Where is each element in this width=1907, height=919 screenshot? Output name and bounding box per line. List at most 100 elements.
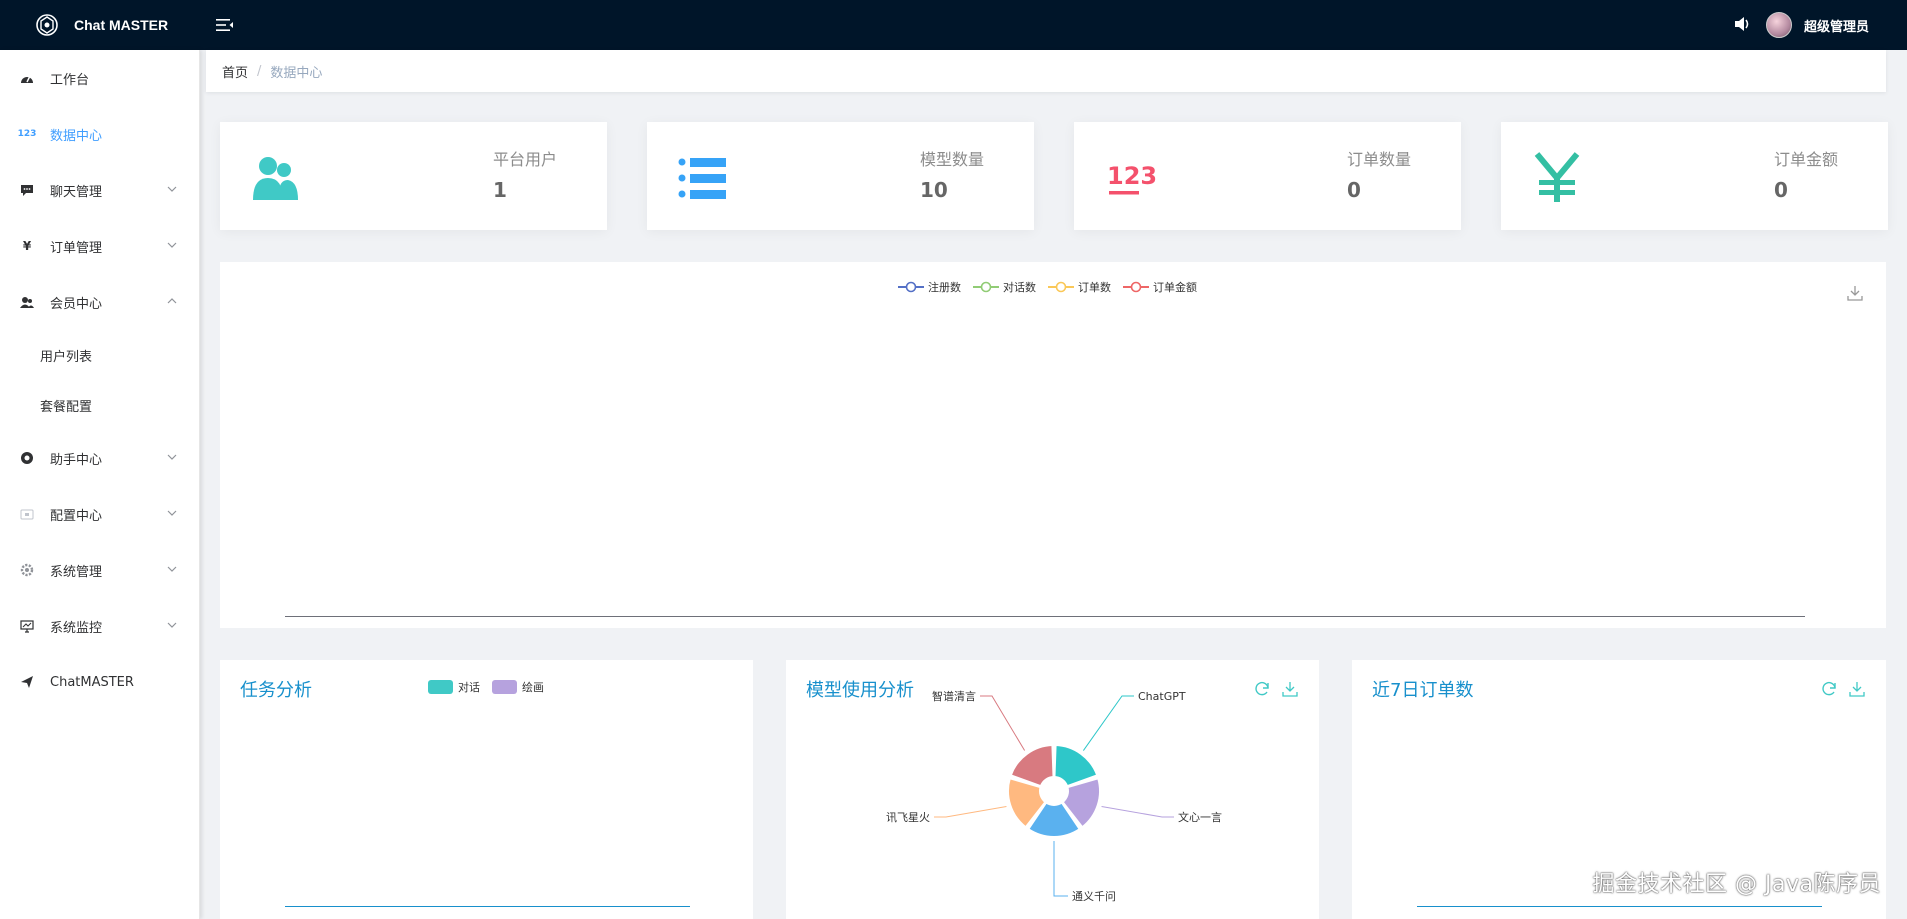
menu-fold-icon[interactable] (216, 14, 238, 36)
pie-leader-line (934, 805, 1007, 818)
sidebar-item-member-center[interactable]: 会员中心 (0, 274, 199, 330)
legend-item-orders[interactable]: 订单数 (1048, 279, 1111, 295)
dashboard-icon (20, 71, 34, 85)
sidebar-item-system-monitor[interactable]: 系统监控 (0, 598, 199, 654)
sidebar-subitem-label: 套餐配置 (40, 399, 93, 415)
breadcrumb-separator: / (257, 63, 262, 79)
avatar[interactable] (1765, 12, 1792, 38)
sidebar-item-chat-management[interactable]: 聊天管理 (0, 162, 199, 218)
number-123-icon: 123 (1107, 162, 1156, 195)
stat-value: 1 (493, 178, 507, 202)
app-logo[interactable]: Chat MASTER (0, 12, 200, 38)
yen-icon (1534, 152, 1580, 202)
sidebar-subitem-user-list[interactable]: 用户列表 (0, 330, 199, 380)
sidebar-item-system-management[interactable]: 系统管理 (0, 542, 199, 598)
chevron-down-icon (167, 242, 177, 248)
breadcrumb-home[interactable]: 首页 (222, 62, 248, 81)
chevron-down-icon (167, 510, 177, 516)
config-icon (20, 507, 34, 521)
users-icon (253, 157, 298, 200)
stat-label: 订单数量 (1347, 150, 1412, 169)
gear-icon (20, 563, 34, 577)
breadcrumb-current: 数据中心 (270, 65, 323, 81)
panel-title: 近7日订单数 (1372, 680, 1474, 701)
legend-label: 订单数 (1078, 281, 1111, 294)
legend-label: 对话 (458, 681, 480, 694)
chevron-down-icon (167, 186, 177, 192)
main-chart-panel: 注册数 对话数 订单数 订单金额 (220, 262, 1886, 628)
chevron-up-icon (167, 298, 177, 304)
pie-label: ChatGPT (1138, 690, 1186, 703)
sidebar-subitem-package-config[interactable]: 套餐配置 (0, 380, 199, 430)
list-icon (678, 158, 726, 199)
stat-value: 0 (1774, 178, 1788, 202)
task-analysis-panel: 任务分析 对话 绘画 (220, 660, 753, 919)
sidebar-item-config-center[interactable]: 配置中心 (0, 486, 199, 542)
panel-title: 任务分析 (240, 680, 312, 701)
legend-item-chat[interactable]: 对话 (428, 679, 480, 695)
sidebar-item-label: 聊天管理 (50, 184, 103, 200)
openai-logo-icon (36, 14, 58, 36)
sidebar: 工作台 123 数据中心 聊天管理 ¥ 订单管理 会员中心 用户列表 套餐配置 … (0, 50, 200, 919)
pie-leader-line (1053, 841, 1068, 897)
refresh-icon[interactable] (1820, 680, 1838, 698)
top-navbar: Chat MASTER 超级管理员 (0, 0, 1907, 50)
legend-item-drawing[interactable]: 绘画 (492, 679, 544, 695)
chat-icon (20, 183, 34, 197)
user-icon (20, 295, 34, 309)
sidebar-item-label: 会员中心 (50, 296, 103, 312)
svg-text:123: 123 (1107, 162, 1156, 190)
sidebar-item-label: 配置中心 (50, 508, 103, 524)
app-title: Chat MASTER (74, 17, 169, 33)
watermark: 掘金技术社区 @ Java陈序员 (1592, 872, 1881, 897)
sidebar-item-label: 订单管理 (50, 240, 103, 256)
x-axis-line (1417, 906, 1822, 907)
stat-label: 平台用户 (493, 150, 558, 169)
x-axis-line (285, 906, 690, 907)
stat-card-platform-users[interactable]: 平台用户 1 (220, 122, 607, 230)
legend-item-order-amount[interactable]: 订单金额 (1123, 279, 1197, 295)
chevron-down-icon (167, 622, 177, 628)
model-usage-panel: 模型使用分析 ChatGPT 文心一言 通义千问 讯飞星火 智谱清言 (786, 660, 1319, 919)
volume-icon[interactable] (1732, 14, 1754, 36)
sidebar-subitem-label: 用户列表 (40, 349, 93, 365)
help-icon (20, 451, 34, 465)
sidebar-item-chatmaster[interactable]: ChatMASTER (0, 654, 199, 710)
stat-label: 模型数量 (920, 150, 985, 169)
send-icon (20, 675, 34, 689)
main-chart-legend: 注册数 对话数 订单数 订单金额 (898, 279, 1209, 295)
sidebar-item-label: 工作台 (50, 72, 90, 88)
chevron-down-icon (167, 566, 177, 572)
pie-leader-line (1082, 695, 1134, 751)
stat-card-order-amount[interactable]: 订单金额 0 (1501, 122, 1888, 230)
x-axis-line (285, 616, 1805, 617)
stat-value: 10 (920, 178, 948, 202)
stat-card-model-count[interactable]: 模型数量 10 (647, 122, 1034, 230)
sidebar-item-label: 系统管理 (50, 564, 103, 580)
download-icon[interactable] (1846, 284, 1864, 302)
sidebar-item-label: 数据中心 (50, 128, 103, 144)
task-legend: 对话 绘画 (428, 679, 556, 695)
pie-leader-line (1101, 805, 1174, 818)
sidebar-item-order-management[interactable]: ¥ 订单管理 (0, 218, 199, 274)
download-icon[interactable] (1848, 680, 1866, 698)
rose-pie-chart: ChatGPT 文心一言通义千问 讯飞星火 智谱清言 (886, 689, 1222, 903)
legend-item-conversations[interactable]: 对话数 (973, 279, 1036, 295)
number-icon: 123 (17, 129, 37, 139)
sidebar-item-dashboard[interactable]: 工作台 (0, 50, 199, 106)
legend-label: 注册数 (928, 281, 961, 294)
sidebar-item-label: 系统监控 (50, 620, 103, 636)
pie-label: 文心一言 (1178, 810, 1222, 824)
sidebar-item-label: ChatMASTER (50, 674, 134, 690)
user-name[interactable]: 超级管理员 (1804, 16, 1869, 35)
legend-label: 对话数 (1003, 281, 1036, 294)
yen-icon: ¥ (22, 239, 32, 253)
stat-card-order-count[interactable]: 123 订单数量 0 (1074, 122, 1461, 230)
legend-item-registrations[interactable]: 注册数 (898, 279, 961, 295)
sidebar-item-data-center[interactable]: 123 数据中心 (0, 106, 199, 162)
breadcrumb: 首页 / 数据中心 (206, 50, 1886, 92)
pie-label: 智谱清言 (932, 689, 976, 703)
legend-label: 订单金额 (1153, 281, 1197, 294)
monitor-icon (20, 619, 34, 633)
sidebar-item-assistant-center[interactable]: 助手中心 (0, 430, 199, 486)
